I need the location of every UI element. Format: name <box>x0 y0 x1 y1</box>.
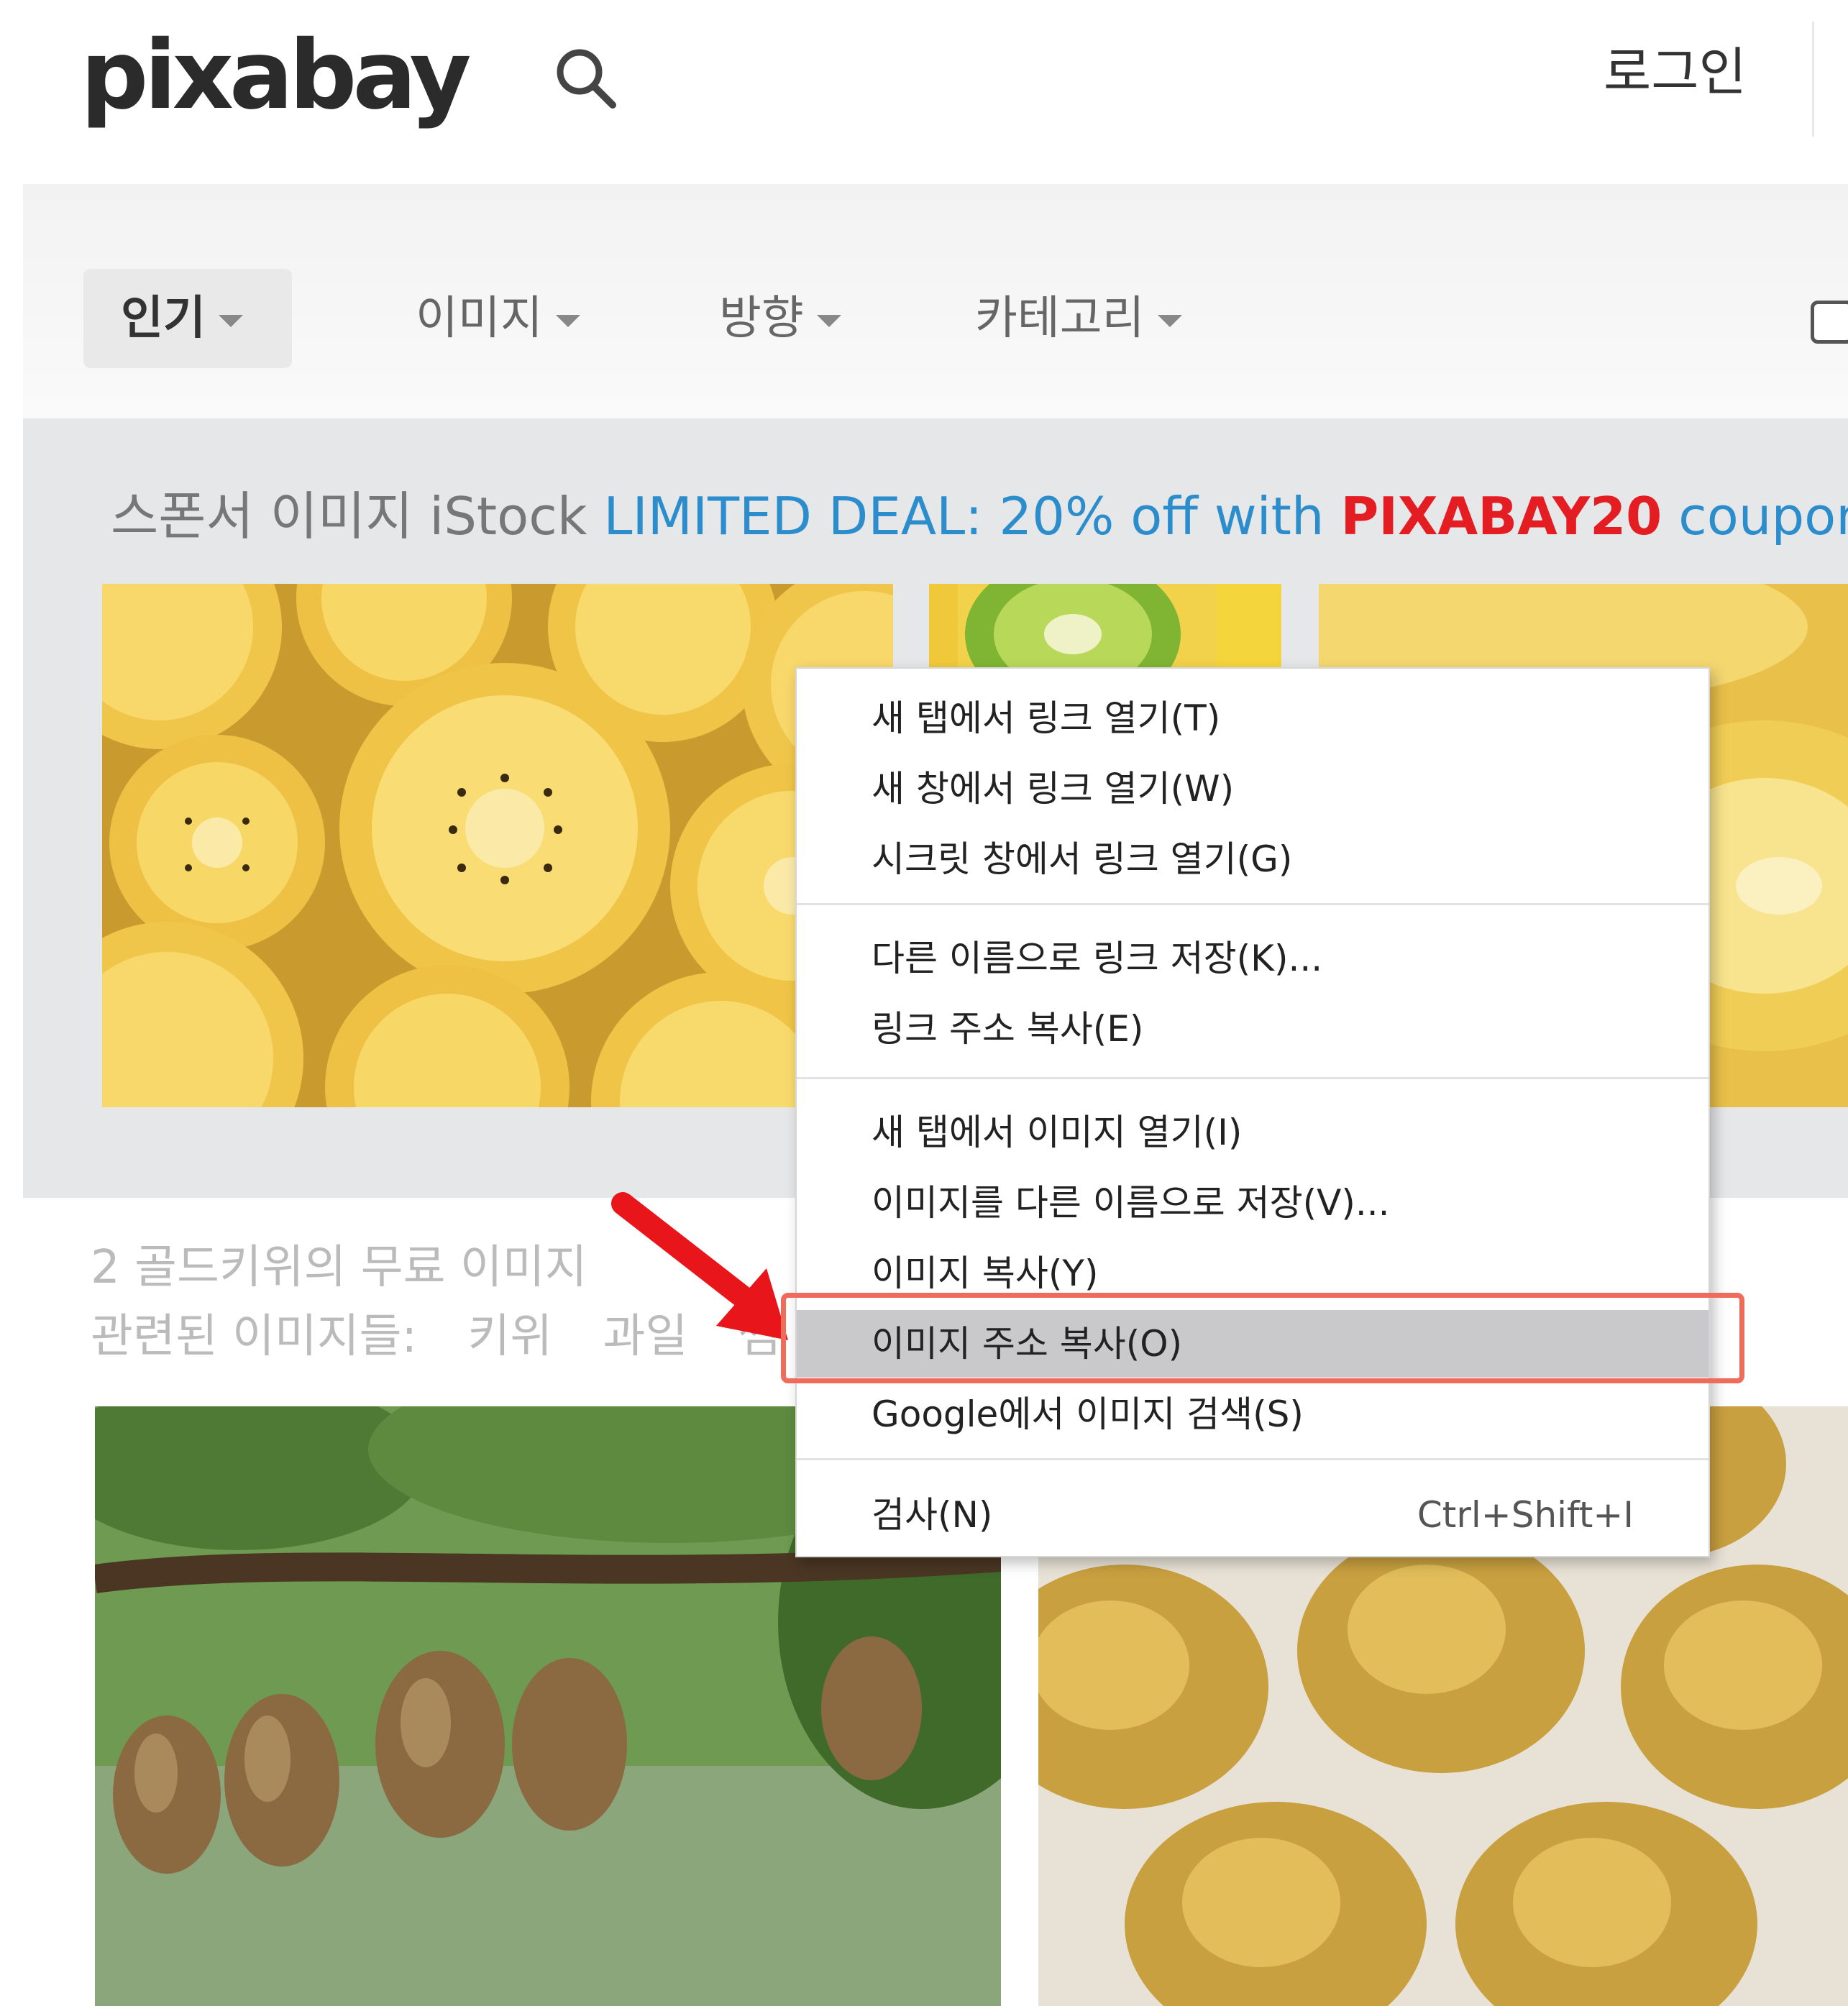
filter-bar: 인기 이미지 방향 카테고리 <box>23 184 1848 418</box>
menu-inspect[interactable]: 검사(N) Ctrl+Shift+I <box>797 1481 1709 1549</box>
menu-separator <box>797 1077 1709 1079</box>
menu-label: 링크 주소 복사(E) <box>872 1008 1144 1050</box>
related-tag-kiwi[interactable]: 키위 <box>467 1310 552 1363</box>
filter-label: 이미지 <box>416 292 543 345</box>
sponsor-prefix: 스폰서 이미지 iStock <box>111 486 587 546</box>
sponsor-deal: LIMITED DEAL: 20% off with <box>603 486 1325 546</box>
chevron-down-icon <box>555 314 580 327</box>
menu-open-link-incognito[interactable]: 시크릿 창에서 링크 열기(G) <box>797 825 1709 893</box>
red-arrow-icon <box>611 1192 788 1340</box>
search-icon[interactable] <box>551 43 620 112</box>
menu-label: 새 탭에서 이미지 열기(I) <box>872 1112 1243 1153</box>
filter-label: 방향 <box>719 292 804 345</box>
menu-separator <box>797 1458 1709 1460</box>
menu-label: 시크릿 창에서 링크 열기(G) <box>872 838 1293 880</box>
sponsor-banner-text[interactable]: 스폰서 이미지 iStock LIMITED DEAL: 20% off wit… <box>111 480 1848 552</box>
sponsor-suffix: coupon <box>1678 486 1848 546</box>
filter-images[interactable]: 이미지 <box>416 269 580 368</box>
menu-open-image-new-tab[interactable]: 새 탭에서 이미지 열기(I) <box>797 1099 1709 1166</box>
sponsored-image-kiwi-slices[interactable] <box>102 584 893 1107</box>
chevron-down-icon <box>816 314 841 327</box>
filter-label: 카테고리 <box>975 292 1145 345</box>
results-title: 2 골드키위의 무료 이미지 <box>91 1241 587 1294</box>
filter-checkbox[interactable] <box>1811 301 1848 344</box>
menu-separator <box>797 903 1709 905</box>
menu-label: 이미지를 다른 이름으로 저장(V)... <box>872 1182 1390 1224</box>
related-label: 관련된 이미지들: <box>91 1310 418 1363</box>
chevron-down-icon <box>1157 314 1182 327</box>
menu-label: 이미지 복사(Y) <box>872 1252 1099 1294</box>
menu-label: 새 탭에서 링크 열기(T) <box>872 697 1221 739</box>
menu-open-link-new-window[interactable]: 새 창에서 링크 열기(W) <box>797 755 1709 823</box>
menu-search-image-google[interactable]: Google에서 이미지 검색(S) <box>797 1380 1709 1448</box>
menu-shortcut: Ctrl+Shift+I <box>1417 1494 1634 1536</box>
filter-category[interactable]: 카테고리 <box>975 269 1182 368</box>
context-menu: 새 탭에서 링크 열기(T) 새 창에서 링크 열기(W) 시크릿 창에서 링크… <box>795 667 1710 1557</box>
header-divider <box>1812 22 1814 137</box>
filter-orientation[interactable]: 방향 <box>719 269 841 368</box>
sponsor-code: PIXABAY20 <box>1340 486 1662 546</box>
filter-popular[interactable]: 인기 <box>83 269 292 368</box>
pixabay-logo[interactable]: pixabay <box>81 22 471 129</box>
filter-label: 인기 <box>121 292 206 345</box>
menu-save-image-as[interactable]: 이미지를 다른 이름으로 저장(V)... <box>797 1169 1709 1237</box>
login-link[interactable]: 로그인 <box>1604 36 1747 108</box>
menu-label: 검사(N) <box>872 1494 993 1536</box>
menu-copy-link-address[interactable]: 링크 주소 복사(E) <box>797 995 1709 1063</box>
menu-open-link-new-tab[interactable]: 새 탭에서 링크 열기(T) <box>797 684 1709 752</box>
menu-save-link-as[interactable]: 다른 이름으로 링크 저장(K)... <box>797 925 1709 992</box>
menu-label: 새 창에서 링크 열기(W) <box>872 768 1235 810</box>
highlight-box <box>781 1293 1744 1383</box>
menu-label: 다른 이름으로 링크 저장(K)... <box>872 938 1323 979</box>
chevron-down-icon <box>218 314 243 327</box>
menu-label: Google에서 이미지 검색(S) <box>872 1393 1304 1435</box>
header: pixabay 로그인 <box>0 0 1848 184</box>
